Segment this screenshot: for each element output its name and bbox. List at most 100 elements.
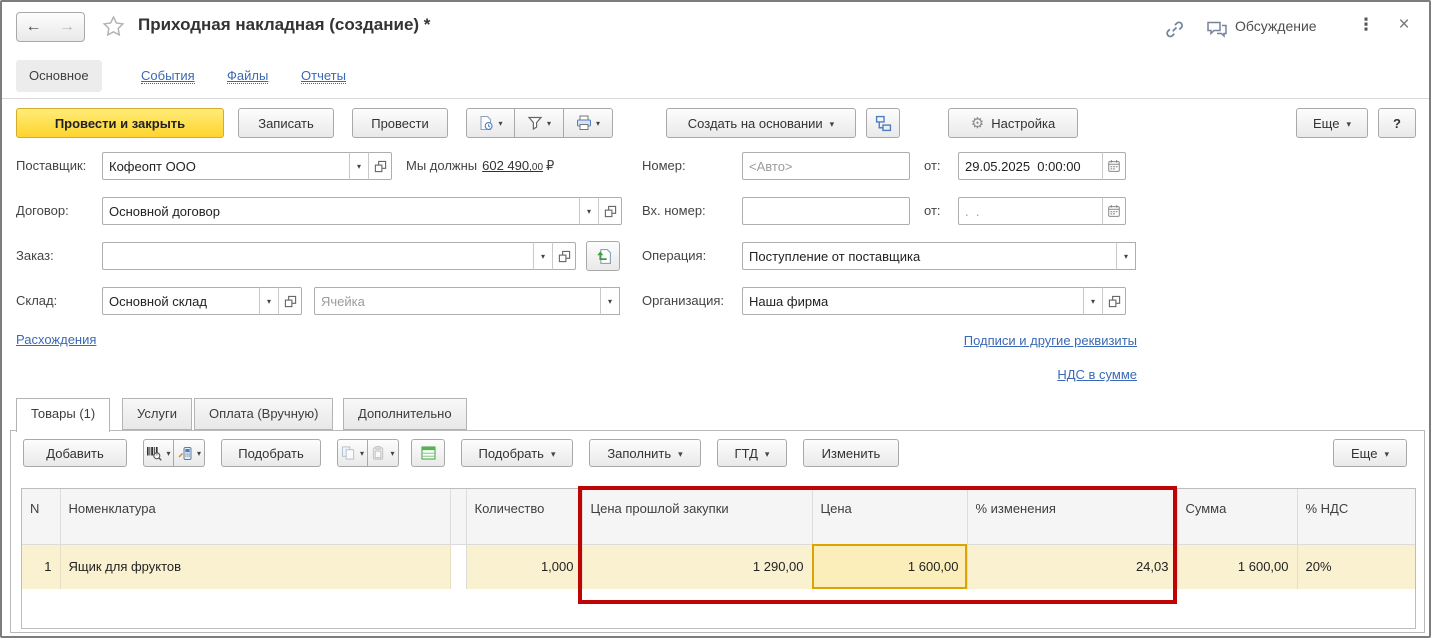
supplier-input[interactable]: [102, 152, 350, 180]
debt-amount-link[interactable]: 602 490,00: [482, 158, 543, 173]
close-icon[interactable]: ×: [1392, 14, 1416, 36]
save-button[interactable]: Записать: [238, 108, 334, 138]
contract-dropdown-button[interactable]: [579, 197, 599, 225]
tab-payment[interactable]: Оплата (Вручную): [194, 398, 334, 430]
table-more-button[interactable]: Еще: [1333, 439, 1407, 467]
warehouse-input[interactable]: [102, 287, 260, 315]
tab-events[interactable]: События: [128, 60, 208, 92]
incoming-date-calendar-button[interactable]: [1102, 197, 1126, 225]
print-button[interactable]: [564, 108, 613, 138]
organization-dropdown-button[interactable]: [1083, 287, 1103, 315]
organization-input[interactable]: [742, 287, 1084, 315]
number-input[interactable]: [742, 152, 910, 180]
kebab-menu-icon[interactable]: ⋮: [1356, 15, 1376, 35]
col-change[interactable]: % изменения: [967, 489, 1178, 545]
supplier-dropdown-button[interactable]: [349, 152, 369, 180]
col-vat[interactable]: % НДС: [1297, 489, 1415, 545]
incoming-number-input[interactable]: [742, 197, 910, 225]
order-open-button[interactable]: [552, 242, 576, 270]
tab-additional[interactable]: Дополнительно: [343, 398, 467, 430]
create-based-on-button[interactable]: Создать на основании: [666, 108, 856, 138]
discrepancies-link[interactable]: Расхождения: [16, 332, 96, 347]
discussion-icon[interactable]: [1206, 19, 1228, 40]
cell-input[interactable]: [314, 287, 601, 315]
cell-dropdown-button[interactable]: [600, 287, 620, 315]
data-terminal-button[interactable]: [174, 439, 205, 467]
tabs-separator: [2, 98, 1429, 99]
order-label: Заказ:: [16, 248, 54, 263]
get-link-icon[interactable]: [1164, 19, 1185, 40]
post-and-close-button[interactable]: Провести и закрыть: [16, 108, 224, 138]
warehouse-label: Склад:: [16, 293, 58, 308]
settings-button[interactable]: ⚙ Настройка: [948, 108, 1078, 138]
help-button[interactable]: ?: [1378, 108, 1416, 138]
paste-rows-button[interactable]: [368, 439, 399, 467]
favorite-star-icon[interactable]: [102, 15, 125, 38]
fill-from-order-button[interactable]: [586, 241, 620, 271]
filter-button[interactable]: [515, 108, 564, 138]
forward-button[interactable]: →: [50, 12, 85, 42]
posting-register-button[interactable]: [466, 108, 515, 138]
open-icon: [284, 295, 296, 307]
copy-rows-button[interactable]: [337, 439, 368, 467]
edit-row-button[interactable]: Изменить: [803, 439, 899, 467]
related-documents-button[interactable]: [866, 108, 900, 138]
col-price[interactable]: Цена: [812, 489, 968, 545]
cell-price-selected[interactable]: 1 600,00: [812, 544, 968, 589]
signatures-link[interactable]: Подписи и другие реквизиты: [964, 333, 1137, 348]
order-input[interactable]: [102, 242, 534, 270]
vat-link-wrap: НДС в сумме: [842, 366, 1137, 384]
discussion-label[interactable]: Обсуждение: [1235, 18, 1317, 34]
signatures-link-wrap: Подписи и другие реквизиты: [842, 332, 1137, 350]
cell-change[interactable]: 24,03: [967, 544, 1178, 589]
cell-sum[interactable]: 1 600,00: [1177, 544, 1298, 589]
operation-dropdown-button[interactable]: [1116, 242, 1136, 270]
col-item[interactable]: Номенклатура: [60, 489, 451, 545]
cell-vat[interactable]: 20%: [1297, 544, 1415, 589]
col-sum[interactable]: Сумма: [1177, 489, 1298, 545]
cell-item[interactable]: Ящик для фруктов: [60, 544, 451, 589]
tab-main[interactable]: Основное: [16, 60, 102, 92]
date-calendar-button[interactable]: [1102, 152, 1126, 180]
barcode-buttons: [143, 439, 205, 467]
terminal-device-icon: [178, 447, 192, 460]
more-button[interactable]: Еще: [1296, 108, 1368, 138]
warehouse-dropdown-button[interactable]: [259, 287, 279, 315]
date-input[interactable]: [958, 152, 1103, 180]
fill-menu-button[interactable]: Заполнить: [589, 439, 701, 467]
calendar-icon: [1108, 205, 1120, 217]
organization-open-button[interactable]: [1102, 287, 1126, 315]
warehouse-open-button[interactable]: [278, 287, 302, 315]
back-button[interactable]: ←: [16, 12, 51, 42]
vat-mode-link[interactable]: НДС в сумме: [1057, 367, 1137, 382]
contract-open-button[interactable]: [598, 197, 622, 225]
pick-menu-button[interactable]: Подобрать: [461, 439, 573, 467]
post-button[interactable]: Провести: [352, 108, 448, 138]
col-n[interactable]: N: [22, 489, 61, 545]
supplier-open-button[interactable]: [368, 152, 392, 180]
cell-qty[interactable]: 1,000: [466, 544, 583, 589]
tab-files[interactable]: Файлы: [214, 60, 281, 92]
gtd-menu-button[interactable]: ГТД: [717, 439, 787, 467]
cell-last-price[interactable]: 1 290,00: [582, 544, 813, 589]
tab-reports[interactable]: Отчеты: [288, 60, 359, 92]
col-qty[interactable]: Количество: [466, 489, 583, 545]
warehouse-field: [102, 287, 302, 315]
pick-button[interactable]: Подобрать: [221, 439, 321, 467]
contract-field: [102, 197, 622, 225]
table-settings-button[interactable]: [411, 439, 445, 467]
funnel-icon: [527, 116, 543, 130]
operation-field: [742, 242, 1136, 270]
incoming-date-input[interactable]: [958, 197, 1103, 225]
tab-goods[interactable]: Товары (1): [16, 398, 111, 432]
order-dropdown-button[interactable]: [533, 242, 553, 270]
col-last-price[interactable]: Цена прошлой закупки: [582, 489, 813, 545]
document-green-arrow-icon: [596, 248, 611, 264]
contract-input[interactable]: [102, 197, 580, 225]
table-row[interactable]: 1 Ящик для фруктов 1,000 1 290,00 1 600,…: [22, 544, 1415, 589]
operation-input[interactable]: [742, 242, 1117, 270]
cell-n[interactable]: 1: [22, 544, 61, 589]
barcode-scan-button[interactable]: [143, 439, 174, 467]
tab-services[interactable]: Услуги: [122, 398, 192, 430]
add-row-button[interactable]: Добавить: [23, 439, 127, 467]
